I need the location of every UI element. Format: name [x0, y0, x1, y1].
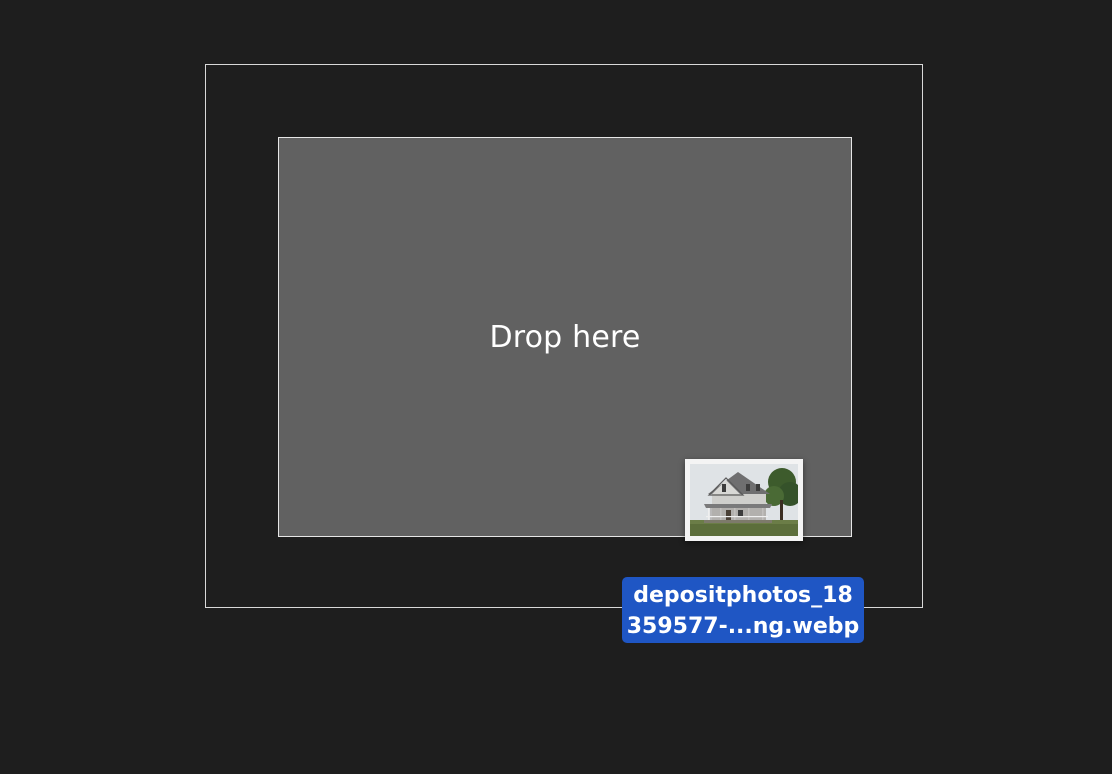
house-photo-icon	[690, 464, 798, 536]
drop-zone-label: Drop here	[489, 319, 641, 355]
dragged-file-thumbnail[interactable]	[685, 459, 803, 541]
drag-drop-canvas: Drop here depositphotos_18 359577-...ng.…	[0, 0, 1112, 774]
file-name-line-1: depositphotos_18	[633, 583, 853, 608]
dragged-file-name-label: depositphotos_18 359577-...ng.webp	[622, 577, 864, 643]
file-name-line-2: 359577-...ng.webp	[626, 614, 860, 639]
